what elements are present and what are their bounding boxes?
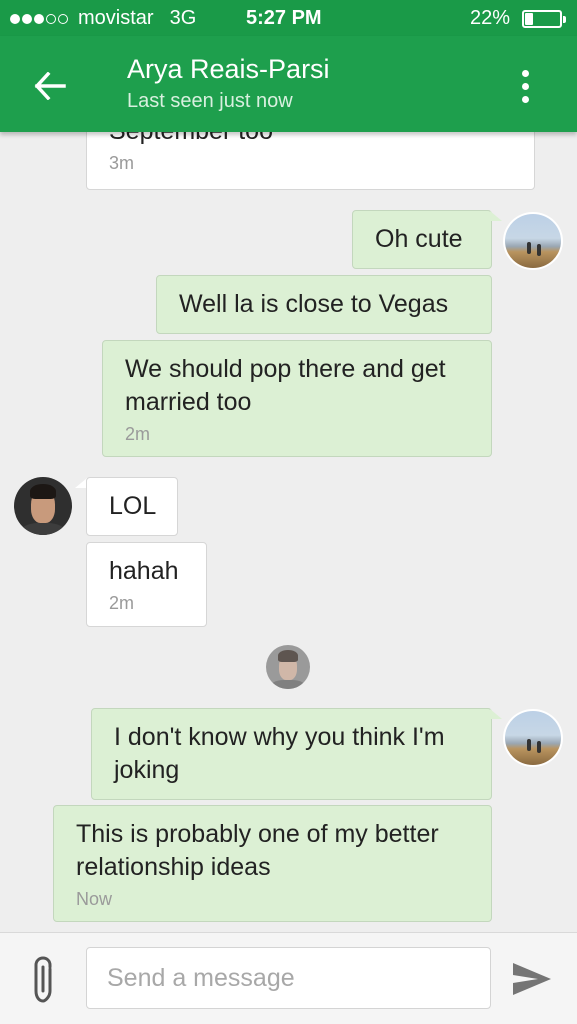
message-time: Now: [76, 889, 113, 909]
message-time: 3m: [109, 153, 135, 173]
outgoing-message[interactable]: This is probably one of my better relati…: [53, 805, 492, 922]
paperclip-icon: [34, 956, 52, 1003]
message-time: 2m: [125, 424, 151, 444]
incoming-message[interactable]: hahah 2m: [86, 542, 207, 627]
carrier-name: movistar: [78, 7, 154, 29]
my-avatar[interactable]: [503, 212, 563, 270]
signal-strength-icon: [10, 13, 68, 24]
status-left: movistar 3G: [10, 7, 196, 30]
bubble-tail: [490, 709, 502, 719]
message-text: We should pop there and get married too: [125, 355, 446, 416]
outgoing-message[interactable]: I don't know why you think I'm joking: [91, 708, 492, 800]
battery-percent: 22%: [470, 7, 511, 29]
message-text: I don't know why you think I'm joking: [114, 723, 445, 784]
back-button[interactable]: [26, 64, 74, 108]
battery-icon: [522, 10, 566, 28]
message-text: hahah: [109, 557, 179, 585]
contact-name[interactable]: Arya Reais-Parsi: [127, 54, 330, 85]
message-text: LOL: [109, 492, 157, 520]
message-text: Well la is close to Vegas: [179, 290, 449, 318]
overflow-menu-button[interactable]: [510, 64, 540, 108]
more-vertical-icon: [521, 69, 529, 77]
incoming-message[interactable]: LOL: [86, 477, 178, 536]
outgoing-message[interactable]: Well la is close to Vegas: [156, 275, 492, 334]
status-time: 5:27 PM: [246, 7, 322, 29]
conversation-view[interactable]: September too 3m Oh cute Well la is clos…: [0, 132, 577, 932]
message-text: Oh cute: [375, 225, 463, 253]
incoming-message[interactable]: September too 3m: [86, 132, 535, 190]
last-seen-status: Last seen just now: [127, 90, 293, 112]
send-icon: [513, 963, 551, 995]
network-type: 3G: [169, 7, 197, 29]
send-button[interactable]: [510, 959, 554, 999]
message-text: This is probably one of my better relati…: [76, 820, 439, 881]
outgoing-message[interactable]: Oh cute: [352, 210, 492, 269]
message-composer: [0, 932, 577, 1024]
message-text: September too: [109, 132, 512, 148]
my-avatar[interactable]: [503, 709, 563, 767]
contact-avatar[interactable]: [14, 477, 72, 535]
status-bar: movistar 3G 5:27 PM 22%: [0, 0, 577, 36]
app-bar: Arya Reais-Parsi Last seen just now: [0, 36, 577, 132]
message-time: 2m: [109, 593, 135, 613]
message-input[interactable]: [86, 947, 491, 1009]
attach-button[interactable]: [26, 955, 60, 1003]
outgoing-message[interactable]: We should pop there and get married too …: [102, 340, 492, 457]
arrow-left-icon: [34, 72, 66, 100]
read-receipt-avatar: [266, 645, 310, 689]
bubble-tail: [490, 211, 502, 221]
